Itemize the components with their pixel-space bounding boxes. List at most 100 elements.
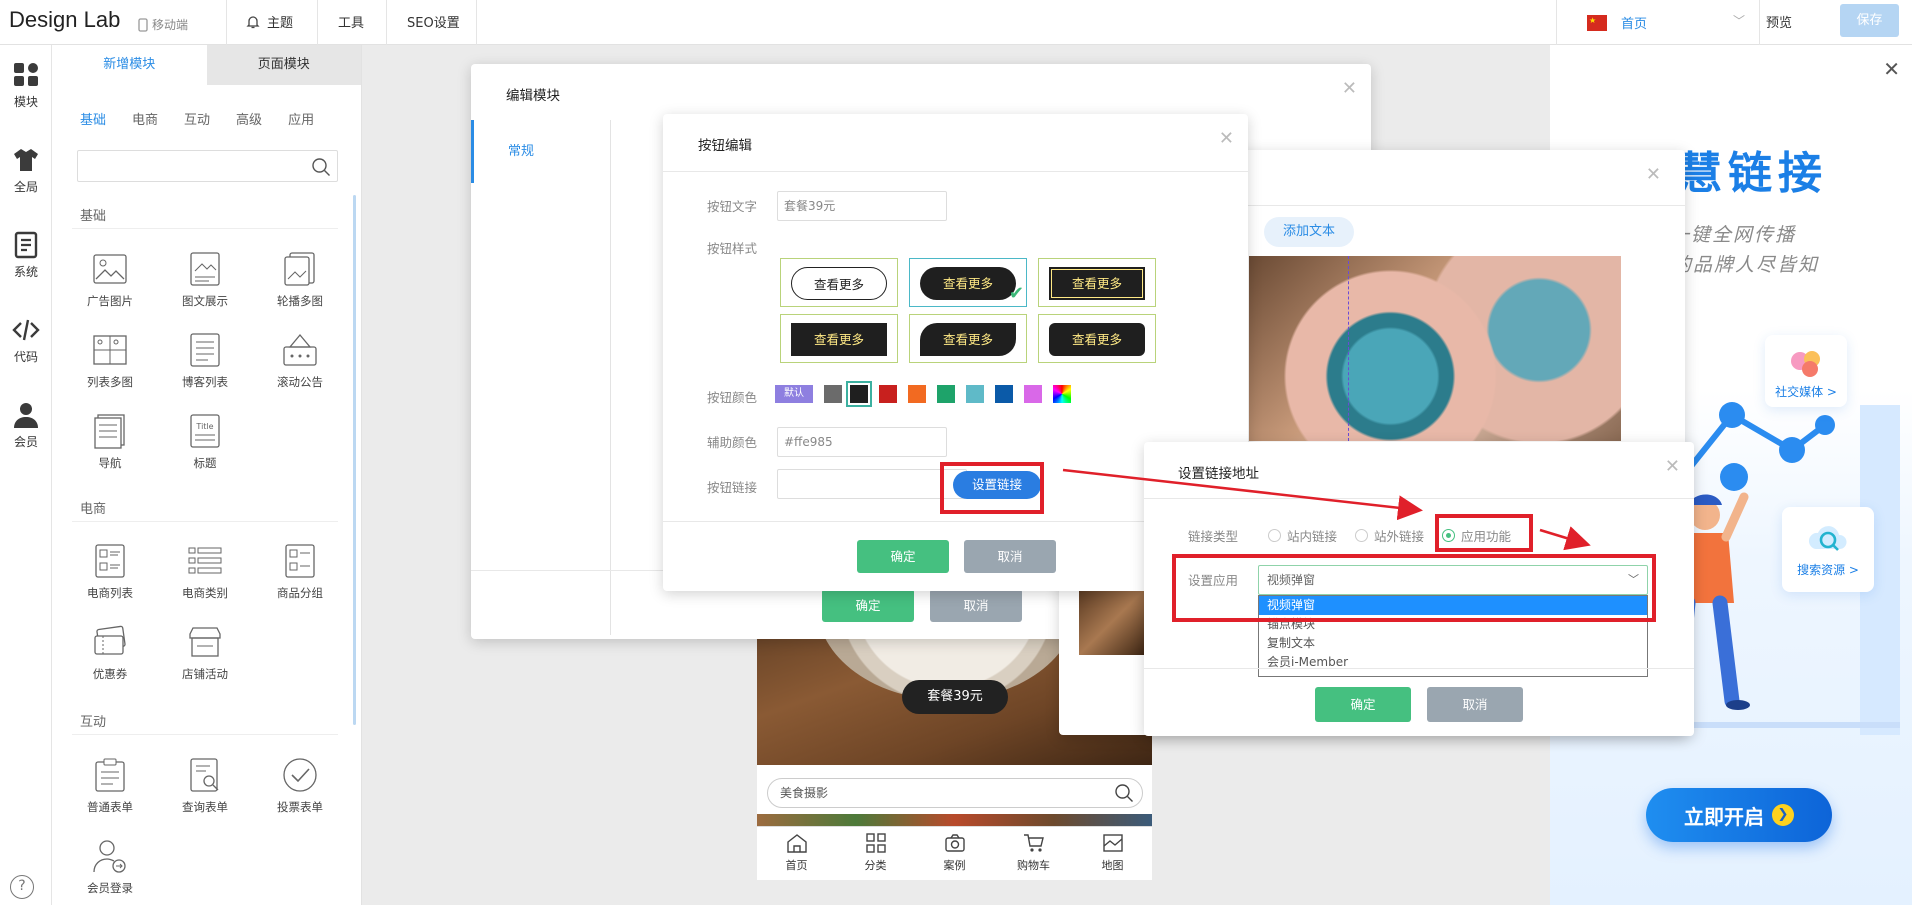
style-option-outline[interactable]: 查看更多 [780,258,898,307]
module-search-input[interactable] [77,150,338,182]
module-label: 标题 [193,456,217,470]
module-member-login[interactable]: 会员登录 [70,838,150,896]
color-swatch[interactable] [995,385,1013,403]
cancel-button[interactable]: 取消 [1427,687,1523,722]
module-store-activity[interactable]: 店铺活动 [165,624,245,682]
phone-nav-cart[interactable]: 购物车 [994,827,1073,880]
close-icon[interactable]: ✕ [1883,57,1900,81]
module-image-text[interactable]: 图文展示 [165,251,245,309]
search-resource-card[interactable]: 搜索资源 > [1782,507,1874,592]
code-icon [12,319,40,341]
style-sample: 查看更多 [920,267,1016,300]
subtab-ecommerce[interactable]: 电商 [132,109,158,128]
rail-item-modules[interactable]: 模块 [0,61,52,110]
module-list-images[interactable]: 列表多图 [70,332,150,390]
module-ecommerce-list[interactable]: 电商列表 [70,543,150,601]
radio-circle-icon [1268,529,1281,542]
color-swatch[interactable] [879,385,897,403]
dropdown-option-member[interactable]: 会员i-Member [1259,653,1647,672]
cancel-button[interactable]: 取消 [964,540,1056,573]
subtab-advanced[interactable]: 高级 [236,109,262,128]
divider [386,0,387,45]
radio-internal-link[interactable]: 站内链接 [1268,526,1337,545]
style-option-dark-pill[interactable]: 查看更多 ✔ [909,258,1027,307]
module-label: 优惠券 [92,667,128,681]
color-swatch[interactable] [1024,385,1042,403]
close-icon[interactable]: ✕ [1342,78,1357,99]
color-swatch[interactable] [824,385,842,403]
module-vote-form[interactable]: 投票表单 [260,757,340,815]
radio-external-link[interactable]: 站外链接 [1355,526,1424,545]
confirm-button[interactable]: 确定 [1315,687,1411,722]
button-text-input[interactable]: 套餐39元 [777,191,947,221]
style-option-dark-rounded[interactable]: 查看更多 [1038,314,1156,363]
close-icon[interactable]: ✕ [1219,128,1234,149]
rail-item-code[interactable]: 代码 [0,316,52,365]
confirm-button[interactable]: 确定 [822,589,914,622]
tab-general[interactable]: 常规 [471,120,611,183]
close-icon[interactable]: ✕ [1646,164,1661,185]
style-option-dark-square[interactable]: 查看更多 [780,314,898,363]
module-blog-list[interactable]: 博客列表 [165,332,245,390]
phone-search-input[interactable]: 美食摄影 [767,778,1143,808]
module-navigation[interactable]: 导航 [70,413,150,471]
module-normal-form[interactable]: 普通表单 [70,757,150,815]
button-link-input[interactable] [777,469,967,499]
phone-nav-label: 购物车 [1017,859,1050,872]
add-text-button[interactable]: 添加文本 [1264,217,1354,247]
page-selector-value: 首页 [1621,17,1648,32]
color-swatch-selected[interactable] [846,381,872,407]
module-carousel[interactable]: 轮播多图 [260,251,340,309]
phone-nav-map[interactable]: 地图 [1073,827,1152,880]
module-query-form[interactable]: 查询表单 [165,757,245,815]
module-scroll-notice[interactable]: 滚动公告 [260,332,340,390]
social-media-card[interactable]: 社交媒体 > [1765,335,1847,407]
coupon-icon [94,625,126,655]
page-selector[interactable]: 首页 ﹀ [1556,0,1760,45]
color-swatch[interactable] [908,385,926,403]
user-icon [14,403,38,428]
rail-item-system[interactable]: 系统 [0,231,52,280]
save-button[interactable]: 保存 [1840,4,1899,37]
module-ecommerce-category[interactable]: 电商类别 [165,543,245,601]
search-icon [312,158,330,176]
phone-nav-label: 案例 [943,859,966,872]
rail-item-member[interactable]: 会员 [0,401,52,450]
panel-scrollbar[interactable] [353,195,356,725]
phone-nav-cases[interactable]: 案例 [915,827,994,880]
subtab-interactive[interactable]: 互动 [184,109,210,128]
custom-color-picker[interactable] [1053,385,1071,403]
tab-page-module[interactable]: 页面模块 [206,45,361,85]
color-swatch[interactable] [937,385,955,403]
preview-button[interactable]: 预览 [1766,12,1792,31]
phone-nav-category[interactable]: 分类 [836,827,915,880]
cancel-button[interactable]: 取消 [930,589,1022,622]
phone-icon [138,17,148,32]
thumbnail-image[interactable] [1079,590,1144,655]
subtab-basic[interactable]: 基础 [80,109,106,128]
phone-nav-home[interactable]: 首页 [757,827,836,880]
nav-seo[interactable]: SEO设置 [407,12,460,31]
dropdown-option-copy-text[interactable]: 复制文本 [1259,634,1647,653]
nav-tools[interactable]: 工具 [338,12,364,31]
package-button[interactable]: 套餐39元 [902,680,1008,714]
nav-theme[interactable]: 主题 [245,12,293,31]
module-coupon[interactable]: 优惠券 [70,624,150,682]
aux-color-input[interactable]: #ffe985 [777,427,947,457]
color-default-swatch[interactable]: 默认 [775,385,813,403]
style-option-dark-framed[interactable]: 查看更多 [1038,258,1156,307]
help-icon[interactable]: ? [10,875,34,899]
rail-item-global[interactable]: 全局 [0,146,52,195]
module-title[interactable]: Title 标题 [165,413,245,471]
confirm-button[interactable]: 确定 [857,540,949,573]
mobile-switch[interactable]: 移动端 [138,16,188,33]
module-ad-image[interactable]: 广告图片 [70,251,150,309]
style-sample: 查看更多 [791,323,887,356]
start-now-button[interactable]: 立即开启 ❯ [1646,788,1832,842]
tab-add-module[interactable]: 新增模块 [52,45,207,85]
module-product-group[interactable]: 商品分组 [260,543,340,601]
color-swatch[interactable] [966,385,984,403]
style-option-dark-leaf[interactable]: 查看更多 [909,314,1027,363]
subtab-apps[interactable]: 应用 [288,109,314,128]
close-icon[interactable]: ✕ [1665,456,1680,477]
